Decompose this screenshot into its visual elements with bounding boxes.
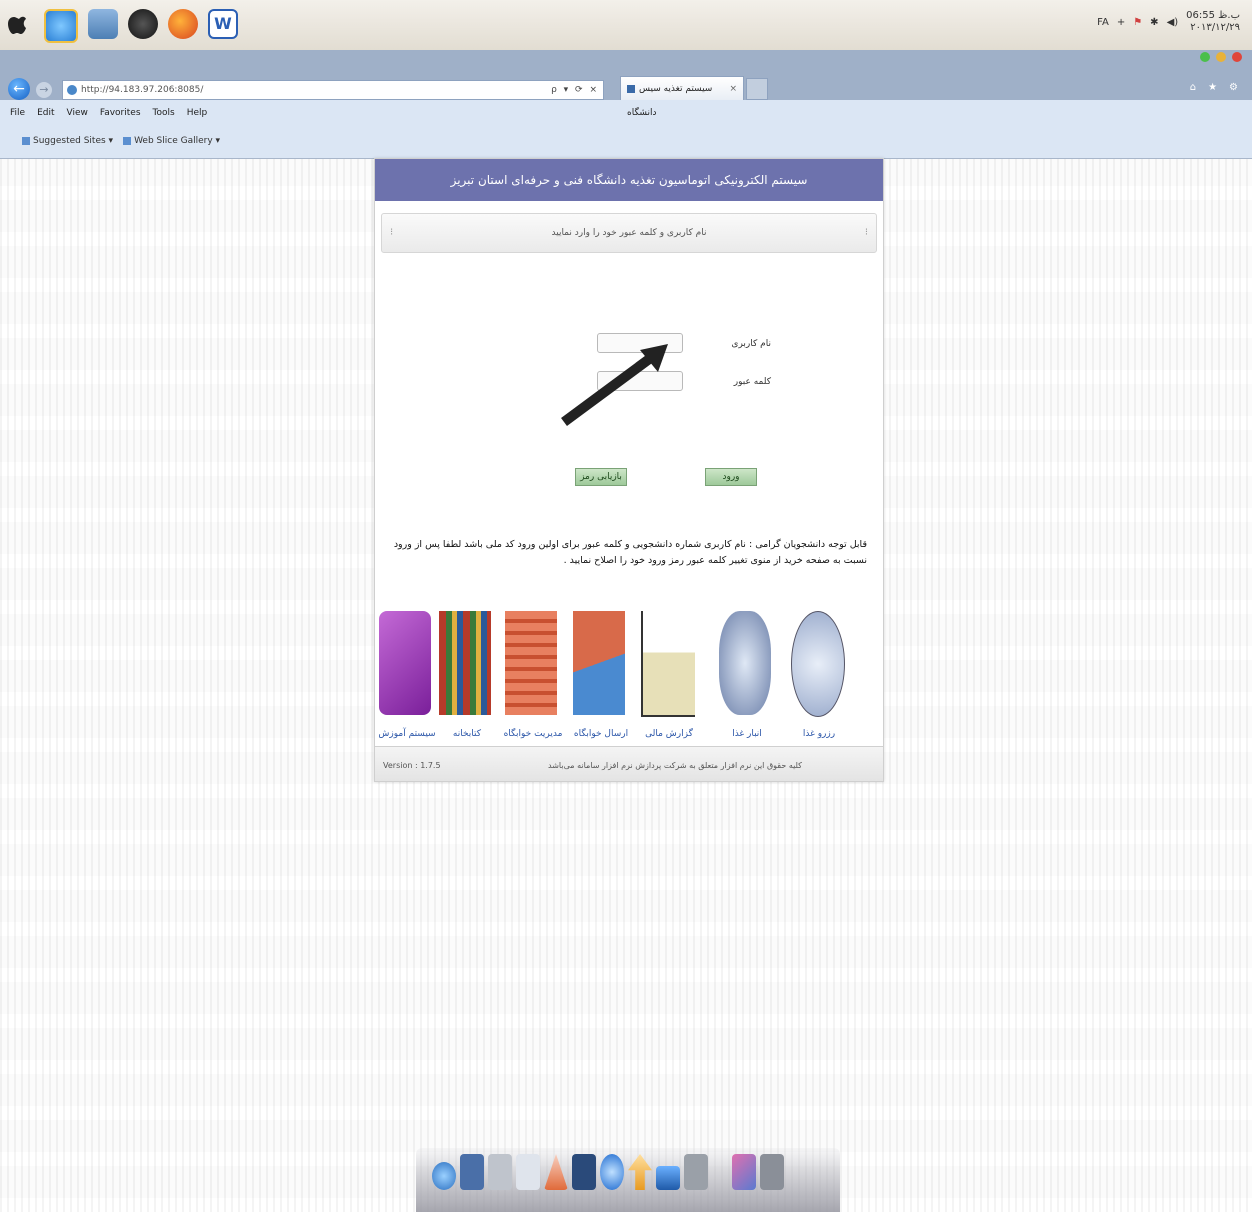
- module-finance[interactable]: گزارش مالی: [639, 607, 699, 747]
- favorites-star-icon[interactable]: ★: [1208, 82, 1217, 93]
- bar-end-icon: ⁝: [864, 227, 868, 238]
- new-tab-button[interactable]: [746, 78, 768, 100]
- favorites-bar: Suggested Sites ▾ Web Slice Gallery ▾: [22, 136, 220, 146]
- library-icon: [439, 611, 491, 715]
- flag-icon[interactable]: ⚑: [1133, 17, 1142, 28]
- browser-tab[interactable]: سیستم تغذیه سیس دانشگاه ×: [620, 76, 744, 118]
- annotation-arrow-icon: [561, 344, 668, 427]
- tools-icon[interactable]: [516, 1154, 540, 1190]
- address-url: http://94.183.97.206:8085/: [81, 85, 204, 95]
- module-food-reservation[interactable]: رزرو غذا: [789, 607, 849, 747]
- finance-chart-icon: [641, 611, 695, 717]
- bar-start-icon: ⁝: [390, 227, 394, 238]
- dining-icon: [791, 611, 845, 717]
- module-food-store[interactable]: انبار غذا: [717, 607, 777, 747]
- media-player-icon[interactable]: [128, 9, 158, 39]
- clock-time: 06:55 ب.ظ: [1186, 10, 1240, 21]
- address-controls[interactable]: ρ ▾ ⟳ ×: [551, 81, 599, 99]
- browser-toolbar-icons: ⌂ ★ ⚙: [1190, 82, 1238, 93]
- app-a-icon[interactable]: [544, 1154, 568, 1190]
- close-window-icon[interactable]: [1200, 52, 1210, 62]
- menu-help[interactable]: Help: [187, 108, 208, 118]
- page-footer: Version : 1.7.5 کلیه حقوق این نرم افزار …: [375, 746, 883, 781]
- address-bar[interactable]: http://94.183.97.206:8085/ ρ ▾ ⟳ ×: [62, 80, 604, 100]
- word-icon[interactable]: W: [208, 9, 238, 39]
- home-icon[interactable]: ⌂: [1190, 82, 1196, 93]
- version-text: Version : 1.7.5: [383, 761, 441, 770]
- menu-favorites[interactable]: Favorites: [100, 108, 141, 118]
- menu-bar: File Edit View Favorites Tools Help: [10, 108, 207, 118]
- database-icon: [719, 611, 771, 715]
- network-icon[interactable]: ✱: [1150, 17, 1158, 28]
- back-button[interactable]: ←: [8, 78, 30, 100]
- favorite-web-slice-gallery[interactable]: Web Slice Gallery ▾: [123, 136, 220, 146]
- forward-button[interactable]: →: [36, 82, 52, 98]
- module-label[interactable]: کتابخانه: [431, 729, 503, 739]
- system-top-bar: W FA + ⚑ ✱ ◀) 06:55 ب.ظ ۲۰۱۳/۱۲/۲۹: [0, 0, 1252, 51]
- language-indicator[interactable]: FA: [1097, 17, 1109, 28]
- system-tray: FA + ⚑ ✱ ◀) 06:55 ب.ظ ۲۰۱۳/۱۲/۲۹: [1097, 10, 1240, 34]
- menu-file[interactable]: File: [10, 108, 25, 118]
- menu-view[interactable]: View: [67, 108, 88, 118]
- password-label: کلمه عبور: [733, 377, 771, 387]
- module-library[interactable]: کتابخانه: [437, 607, 497, 747]
- apple-logo-icon[interactable]: [8, 9, 30, 39]
- dorm-building-icon: [505, 611, 557, 715]
- tab-favicon: [627, 84, 635, 93]
- trash-icon[interactable]: [760, 1154, 784, 1190]
- mail-icon[interactable]: [460, 1154, 484, 1190]
- clock[interactable]: 06:55 ب.ظ ۲۰۱۳/۱۲/۲۹: [1186, 10, 1240, 34]
- volume-icon[interactable]: ◀): [1167, 17, 1179, 28]
- browser-chrome: ⌂ ★ ⚙ ← → http://94.183.97.206:8085/ ρ ▾…: [0, 50, 1252, 159]
- module-dorm-transfer[interactable]: ارسال خوابگاه: [571, 607, 631, 747]
- photo-icon[interactable]: [732, 1154, 756, 1190]
- calculator-icon[interactable]: [684, 1154, 708, 1190]
- page-title: سیستم الکترونیکی اتوماسیون تغذیه دانشگاه…: [375, 159, 883, 201]
- firefox-icon[interactable]: [168, 9, 198, 39]
- login-button[interactable]: ورود: [705, 468, 757, 486]
- minimize-window-icon[interactable]: [1216, 52, 1226, 62]
- username-label: نام کاربری: [731, 339, 771, 349]
- dock: [416, 1148, 840, 1212]
- dorm-transfer-icon: [573, 611, 625, 715]
- settings-gear-icon[interactable]: ⚙: [1229, 82, 1238, 93]
- plus-icon[interactable]: +: [1117, 17, 1125, 28]
- module-icons-row: سیستم آموزش کتابخانه مدیریت خوابگاه ارسا…: [375, 607, 883, 747]
- favorite-suggested-sites[interactable]: Suggested Sites ▾: [22, 136, 113, 146]
- finder-icon[interactable]: [432, 1162, 456, 1190]
- login-panel: سیستم الکترونیکی اتوماسیون تغذیه دانشگاه…: [374, 158, 884, 782]
- notice-text: قابل توجه دانشجویان گرامی : نام کاربری ش…: [393, 539, 867, 566]
- monitor-icon[interactable]: [656, 1166, 680, 1190]
- tab-close-button[interactable]: ×: [729, 77, 737, 101]
- printer-icon[interactable]: [488, 1154, 512, 1190]
- module-label[interactable]: رزرو غذا: [783, 729, 855, 739]
- upload-icon[interactable]: [628, 1154, 652, 1190]
- maximize-window-icon[interactable]: [1232, 52, 1242, 62]
- clock-date: ۲۰۱۳/۱۲/۲۹: [1190, 22, 1240, 33]
- module-label[interactable]: گزارش مالی: [633, 729, 705, 739]
- login-message-bar: ⁝ نام کاربری و کلمه عبور خود را وارد نما…: [381, 213, 877, 253]
- dock-icons: [432, 1154, 784, 1190]
- copyright-text: کلیه حقوق این نرم افزار متعلق به شرکت پر…: [548, 761, 802, 770]
- module-label[interactable]: انبار غذا: [711, 729, 783, 739]
- module-label[interactable]: مدیریت خوابگاه: [497, 729, 569, 739]
- file-explorer-icon[interactable]: [88, 9, 118, 39]
- site-globe-icon: [67, 85, 77, 95]
- login-message: نام کاربری و کلمه عبور خود را وارد نمایی…: [551, 228, 707, 238]
- menu-edit[interactable]: Edit: [37, 108, 54, 118]
- module-dorm-management[interactable]: مدیریت خوابگاه: [503, 607, 563, 747]
- education-icon: [379, 611, 431, 715]
- tab-title: سیستم تغذیه سیس دانشگاه: [627, 84, 713, 118]
- mac-window-buttons: [1200, 52, 1242, 62]
- menu-tools[interactable]: Tools: [153, 108, 175, 118]
- recover-password-button[interactable]: بازیابی رمز: [575, 468, 627, 486]
- module-label[interactable]: ارسال خوابگاه: [565, 729, 637, 739]
- internet-explorer-icon[interactable]: [44, 9, 78, 43]
- module-education[interactable]: سیستم آموزش: [377, 607, 437, 747]
- safari-icon[interactable]: [600, 1154, 624, 1190]
- phone-icon[interactable]: [572, 1154, 596, 1190]
